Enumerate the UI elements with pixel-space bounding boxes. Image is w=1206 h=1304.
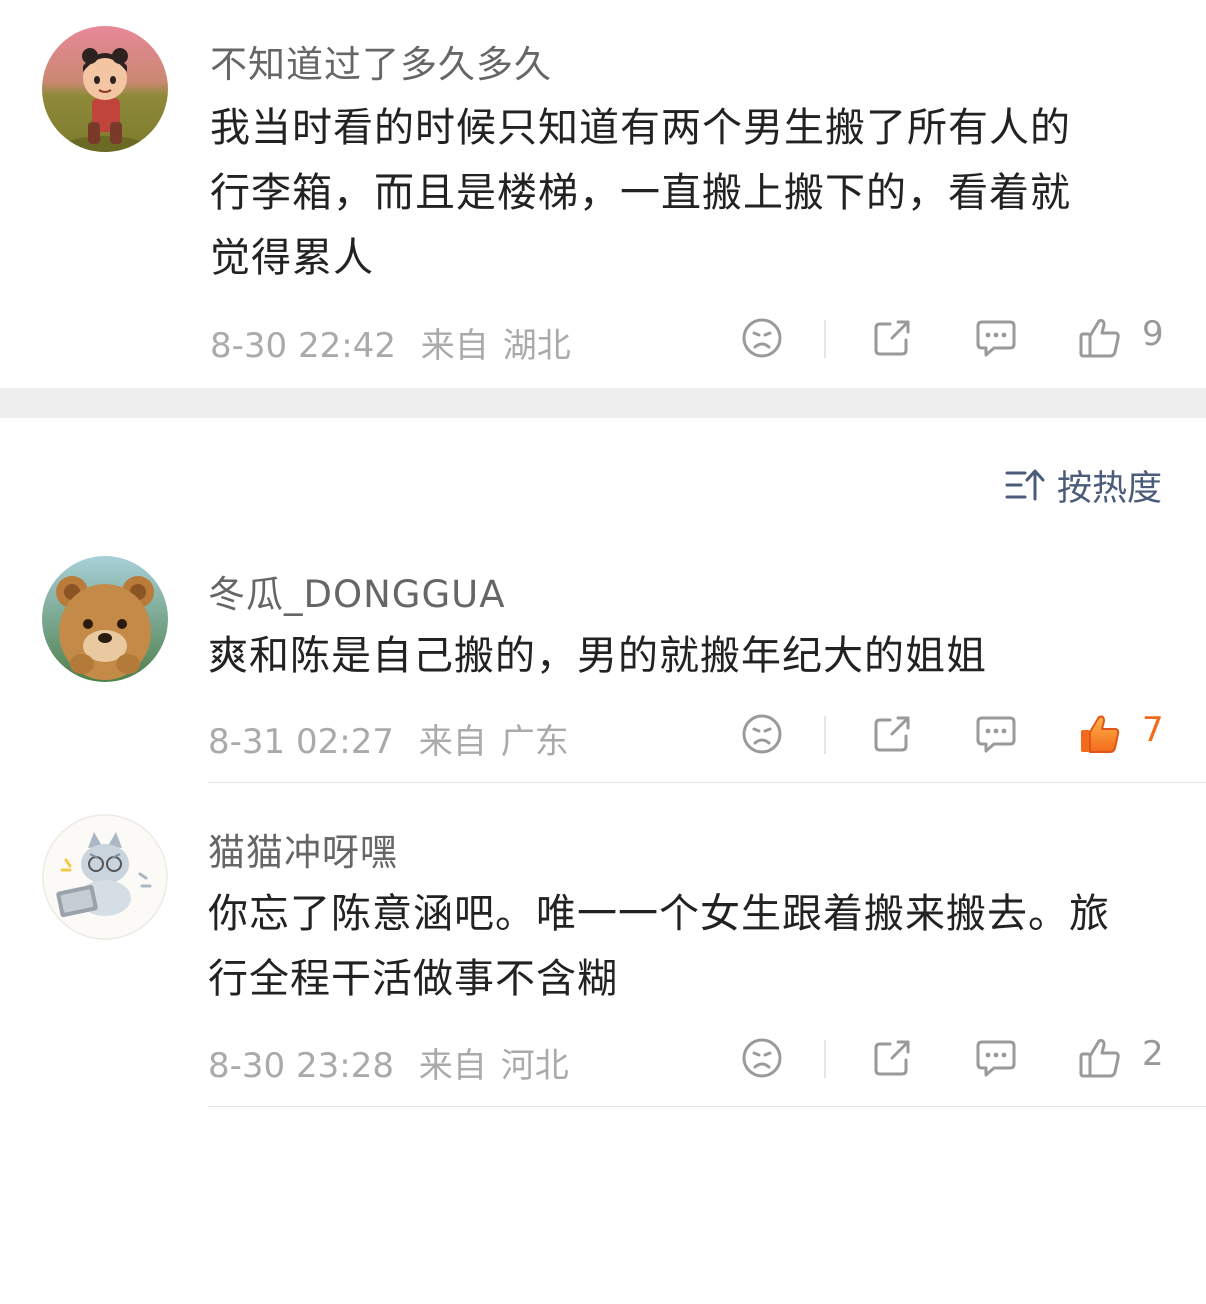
username[interactable]: 冬瓜_DONGGUA [208,564,506,618]
comment-meta: 8-31 02:27 来自 广东 [208,714,583,763]
comment-time: 8-31 02:27 [208,722,394,762]
comment-text: 我当时看的时候只知道有两个男生搬了所有人的行李箱，而且是楼梯，一直搬上搬下的，看… [210,105,1071,281]
divider [824,320,826,358]
comment-separator [208,782,1206,783]
cat-avatar-icon [42,814,168,940]
from-label: 来自 [418,1046,487,1086]
dislike-button[interactable] [736,1028,788,1088]
username[interactable]: 不知道过了多久多久 [210,34,552,88]
sad-face-icon [742,714,782,754]
like-count: 7 [1142,710,1164,750]
username[interactable]: 猫猫冲呀嘿 [208,822,398,876]
comment-card-top: 不知道过了多久多久 我当时看的时候只知道有两个男生搬了所有人的行李箱，而且是楼梯… [0,0,1206,388]
sort-label: 按热度 [1056,468,1162,509]
thumbs-up-icon [1079,319,1120,358]
comment-icon [976,320,1016,357]
sad-face-icon [742,318,782,358]
comment-meta: 8-30 22:42 来自 湖北 [210,318,585,367]
sort-icon [1005,469,1045,501]
comment-actions: 7 [736,704,1176,764]
share-button[interactable] [866,1028,918,1088]
section-divider [0,388,1206,418]
reply-button[interactable] [970,1028,1022,1088]
comment-meta: 8-30 23:28 来自 河北 [208,1038,583,1087]
avatar[interactable] [42,556,168,682]
sad-face-icon [742,1038,782,1078]
dislike-button[interactable] [736,704,788,764]
comment-time: 8-30 22:42 [210,326,396,366]
avatar[interactable] [42,814,168,940]
share-button[interactable] [866,704,918,764]
comment-location: 湖北 [502,326,571,366]
from-label: 来自 [420,326,489,366]
comment-location: 广东 [500,722,569,762]
from-label: 来自 [418,722,487,762]
share-button[interactable] [866,308,918,368]
dislike-button[interactable] [736,308,788,368]
comment-actions: 9 [736,308,1176,368]
share-icon [874,1040,910,1076]
like-button[interactable] [1074,1028,1126,1088]
bear-avatar-icon [42,556,168,682]
divider [824,1040,826,1078]
divider [824,716,826,754]
sort-button[interactable]: 按热度 [1005,460,1162,510]
share-icon [874,716,910,752]
comment-location: 河北 [500,1046,569,1086]
comment-text: 你忘了陈意涵吧。唯一一个女生跟着搬来搬去。旅行全程干活做事不含糊 [208,891,1110,1002]
thumbs-up-filled-icon [1081,715,1120,753]
comment-icon [976,716,1016,753]
like-count: 2 [1142,1034,1164,1074]
share-icon [874,320,910,356]
thumbs-up-icon [1079,1039,1120,1078]
reply-button[interactable] [970,704,1022,764]
cartoon-character-avatar-icon [42,26,168,152]
comment-time: 8-30 23:28 [208,1046,394,1086]
comment-icon [976,1040,1016,1077]
like-button[interactable] [1074,704,1126,764]
like-button[interactable] [1074,308,1126,368]
comment-actions: 2 [736,1028,1176,1088]
avatar[interactable] [42,26,168,152]
comment-text: 爽和陈是自己搬的，男的就搬年纪大的姐姐 [208,633,987,679]
reply-button[interactable] [970,308,1022,368]
like-count: 9 [1142,314,1164,354]
comment-separator [208,1106,1206,1107]
